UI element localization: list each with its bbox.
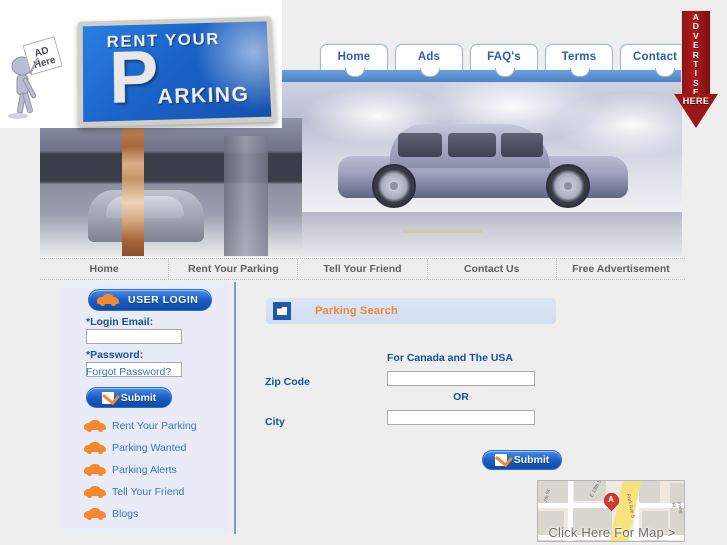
- logo-text-arking: ARKING: [157, 82, 250, 109]
- map-thumbnail[interactable]: 7th St E 18th St Park Ave S Irving Pl A …: [537, 480, 685, 542]
- car-icon: [84, 419, 106, 432]
- search-submit-label: Submit: [513, 454, 550, 466]
- sidebar-link-blogs[interactable]: Blogs: [84, 507, 224, 522]
- city-input[interactable]: [387, 410, 535, 425]
- tab-terms[interactable]: Terms: [545, 44, 613, 77]
- car-wheel: [372, 164, 416, 208]
- map-street-irving-pl: Irving Pl: [669, 500, 684, 515]
- city-label: City: [265, 416, 285, 428]
- car-window: [398, 133, 442, 157]
- sidebar-link-label: Rent Your Parking: [112, 420, 197, 433]
- car-icon: [84, 463, 106, 476]
- subnav-free-advertisement[interactable]: Free Advertisement: [557, 259, 685, 279]
- sidebar-link-tell-your-friend[interactable]: Tell Your Friend: [84, 485, 224, 500]
- subnav-contact-us[interactable]: Contact Us: [428, 259, 557, 279]
- sidebar-link-parking-alerts[interactable]: Parking Alerts: [84, 463, 224, 478]
- advertise-here-label: HERE: [682, 96, 710, 106]
- header-blue-strip: [282, 70, 682, 82]
- banner-photo-garage: [40, 118, 302, 256]
- check-icon: [101, 391, 114, 404]
- left-sidebar: USER LOGIN *Login Email: *Password: Forg…: [62, 284, 230, 532]
- parking-sign-board: RENT YOUR P ARKING: [77, 16, 277, 128]
- subnav-tell-your-friend[interactable]: Tell Your Friend: [298, 259, 428, 279]
- banner-sedan: [338, 124, 628, 208]
- parking-search-title: Parking Search: [315, 305, 398, 317]
- login-email-label: *Login Email:: [86, 316, 154, 328]
- forgot-password-link[interactable]: Forgot Password?: [86, 366, 171, 378]
- content-divider: [234, 282, 236, 534]
- tab-faqs[interactable]: FAQ's: [470, 44, 538, 77]
- tab-ads[interactable]: Ads: [395, 44, 463, 77]
- car-icon: [84, 485, 106, 498]
- sidebar-link-parking-wanted[interactable]: Parking Wanted: [84, 441, 224, 456]
- sidebar-link-label: Parking Wanted: [112, 442, 187, 455]
- subnav-rent-your-parking[interactable]: Rent Your Parking: [169, 259, 299, 279]
- garage-car-photo: [88, 190, 204, 242]
- car-window: [448, 133, 496, 157]
- advertise-here-banner[interactable]: A D V E R T I S E HERE: [674, 10, 718, 128]
- zip-code-input[interactable]: [387, 371, 535, 386]
- tab-home[interactable]: Home: [320, 44, 388, 77]
- login-email-input[interactable]: [86, 329, 182, 344]
- primary-navigation: Home Ads FAQ's Terms Contact Us: [320, 44, 709, 77]
- logo-big-p: P: [108, 35, 160, 120]
- ad-here-mascot-icon: AD Here: [8, 36, 63, 119]
- sidebar-link-label: Blogs: [112, 508, 139, 521]
- region-label: For Canada and The USA: [387, 352, 514, 364]
- map-pin-label: A: [607, 495, 614, 505]
- banner-road: [282, 212, 682, 256]
- site-logo[interactable]: RENT YOUR P ARKING: [77, 16, 277, 130]
- sidebar-link-rent-your-parking[interactable]: Rent Your Parking: [84, 419, 224, 434]
- user-login-header[interactable]: USER LOGIN: [88, 289, 212, 311]
- search-submit-button[interactable]: Submit: [482, 450, 562, 470]
- banner-photo-car: [282, 82, 682, 256]
- subnav-home[interactable]: Home: [40, 259, 170, 279]
- car-icon: [84, 507, 106, 520]
- sidebar-link-label: Parking Alerts: [112, 464, 177, 477]
- car-wheel: [546, 164, 590, 208]
- advertise-here-shaft: A D V E R T I S E: [681, 10, 711, 97]
- parking-search-panel-header: Parking Search: [266, 298, 556, 324]
- map-block: [638, 481, 660, 505]
- ad-here-mascot: AD Here: [8, 32, 63, 120]
- check-icon: [494, 454, 507, 466]
- car-window: [501, 133, 543, 157]
- sign-post: [122, 128, 144, 256]
- site-header: AD Here RENT YOUR P ARKING Home Ads FAQ'…: [0, 0, 727, 256]
- car-icon: [84, 441, 106, 454]
- zip-code-label: Zip Code: [265, 376, 310, 388]
- login-submit-label: Submit: [120, 391, 157, 404]
- parking-search-icon: [273, 302, 291, 320]
- login-submit-button[interactable]: Submit: [86, 387, 172, 408]
- sidebar-links: Rent Your Parking Parking Wanted Parking…: [84, 419, 224, 529]
- secondary-navigation: Home Rent Your Parking Tell Your Friend …: [40, 258, 685, 280]
- car-icon: [97, 293, 119, 306]
- sidebar-link-label: Tell Your Friend: [112, 486, 185, 499]
- page-root: AD Here RENT YOUR P ARKING Home Ads FAQ'…: [0, 0, 727, 545]
- password-label: *Password:: [86, 349, 144, 361]
- garage-pillar: [224, 136, 268, 256]
- map-caption: Click Here For Map >: [548, 525, 676, 540]
- or-separator-label: OR: [453, 391, 469, 403]
- user-login-title: USER LOGIN: [128, 294, 199, 306]
